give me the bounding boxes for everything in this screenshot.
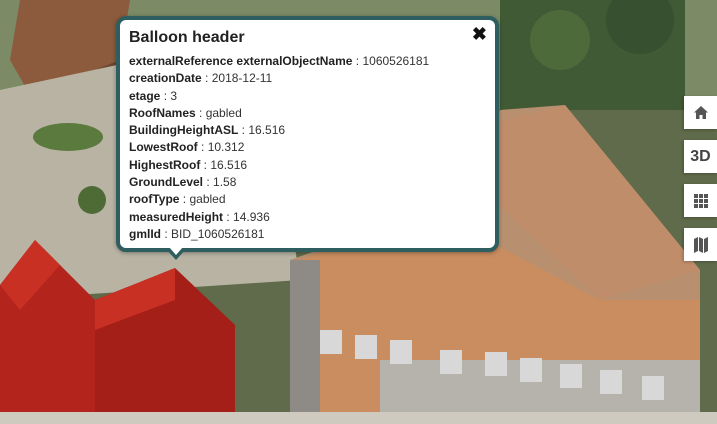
- home-button[interactable]: [684, 96, 717, 129]
- attribute-row: gmlId : BID_1060526181: [129, 226, 265, 241]
- attribute-row: HighestRoof : 16.516: [129, 157, 248, 172]
- attribute-row: RoofNames : gabled: [129, 105, 242, 120]
- map-button[interactable]: [684, 228, 717, 261]
- toggle-3d-button[interactable]: 3D: [684, 140, 717, 173]
- balloon-pointer-fill: [169, 247, 183, 255]
- balloon-header: Balloon header: [129, 29, 245, 46]
- grid-icon: [693, 193, 708, 208]
- map-icon: [693, 236, 708, 253]
- attribute-row: BuildingHeightASL : 16.516: [129, 123, 286, 138]
- close-icon[interactable]: ✖: [472, 24, 487, 44]
- home-icon: [693, 106, 708, 119]
- attribute-row: etage : 3: [129, 88, 178, 103]
- attribute-row: externalReference externalObjectName : 1…: [129, 54, 430, 68]
- attribute-row: LowestRoof : 10.312: [129, 140, 245, 155]
- attribute-row: GroundLevel : 1.58: [129, 175, 237, 190]
- attribute-row: roofType : gabled: [129, 192, 226, 207]
- layers-button[interactable]: [684, 184, 717, 217]
- attribute-row: measuredHeight : 14.936: [129, 209, 270, 224]
- map-toolbar: 3D: [684, 96, 717, 272]
- attribute-row: creationDate : 2018-12-11: [129, 71, 273, 86]
- info-balloon: Balloon header ✖ externalReference exter…: [116, 16, 499, 252]
- attribute-list: externalReference externalObjectName : 1…: [129, 53, 485, 243]
